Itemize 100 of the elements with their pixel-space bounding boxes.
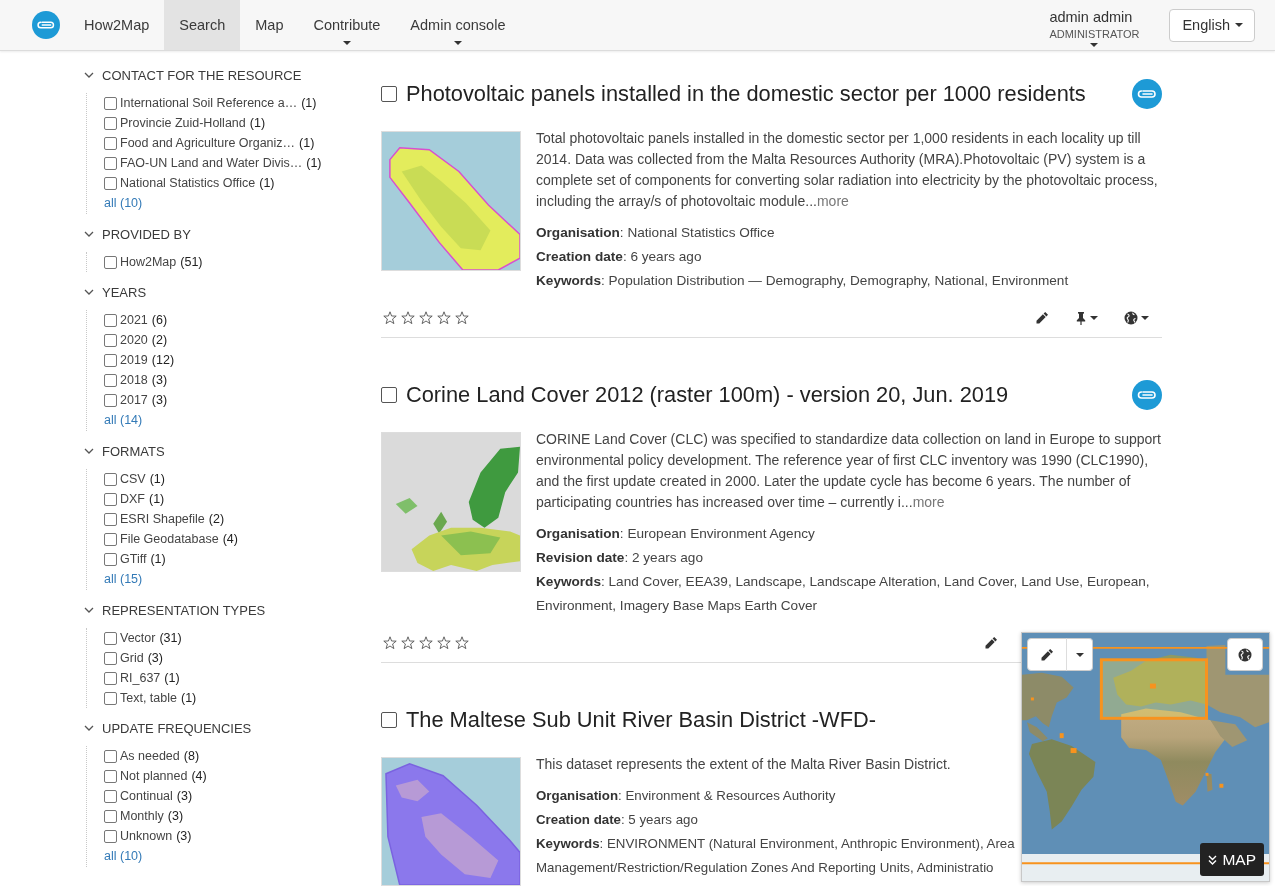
caret-icon[interactable]: [1090, 43, 1099, 47]
facet-label[interactable]: 2019: [120, 353, 148, 367]
chevron-down-icon[interactable]: [84, 723, 94, 733]
checkbox[interactable]: [104, 156, 117, 170]
chevron-down-icon[interactable]: [84, 229, 94, 239]
nav-tab[interactable]: Search: [164, 0, 241, 50]
checkbox[interactable]: [104, 532, 117, 546]
star-icon[interactable]: [383, 311, 397, 325]
checkbox[interactable]: [104, 255, 117, 269]
logo-icon[interactable]: [1132, 380, 1162, 410]
location-marker[interactable]: [1030, 697, 1034, 701]
logo-icon[interactable]: [32, 11, 60, 39]
show-all-link[interactable]: all (15): [104, 569, 143, 590]
map-thumbnail-drawing[interactable]: [381, 131, 521, 271]
facet-title[interactable]: UPDATE FREQUENCIES: [102, 720, 252, 736]
checkbox[interactable]: [104, 96, 117, 110]
checkbox[interactable]: [381, 86, 397, 102]
star-icon[interactable]: [437, 636, 451, 650]
chevron-down-icon[interactable]: [84, 605, 94, 615]
show-all-link[interactable]: all (14): [104, 410, 143, 431]
logo-icon[interactable]: [1132, 79, 1162, 109]
facet-label[interactable]: GTiff: [120, 552, 147, 566]
checkbox[interactable]: [104, 691, 117, 705]
checkbox[interactable]: [104, 671, 117, 685]
draw-button[interactable]: [1027, 638, 1067, 671]
location-marker[interactable]: [1219, 783, 1224, 788]
facet-label[interactable]: 2018: [120, 373, 148, 387]
facet-label[interactable]: Vector: [120, 631, 156, 645]
chevron-down-icon[interactable]: [84, 70, 94, 80]
language-dropdown[interactable]: English: [1169, 8, 1255, 42]
facet-label[interactable]: Food and Agriculture Organiz…: [120, 136, 296, 150]
facet-label[interactable]: Not planned: [120, 769, 188, 783]
checkbox[interactable]: [104, 789, 117, 803]
checkbox[interactable]: [104, 651, 117, 665]
star-rating[interactable]: [381, 636, 469, 650]
checkbox[interactable]: [104, 631, 117, 645]
checkbox[interactable]: [104, 552, 117, 566]
star-icon[interactable]: [455, 311, 469, 325]
checkbox[interactable]: [381, 387, 397, 403]
facet-label[interactable]: 2020: [120, 333, 148, 347]
star-icon[interactable]: [419, 311, 433, 325]
facet-label[interactable]: National Statistics Office: [120, 176, 256, 190]
location-marker[interactable]: [1059, 733, 1064, 739]
globe-button[interactable]: [1227, 638, 1263, 671]
more-link[interactable]: more: [816, 193, 849, 209]
star-icon[interactable]: [401, 311, 415, 325]
star-icon[interactable]: [455, 636, 469, 650]
nav-tab[interactable]: Admin console: [395, 0, 521, 50]
checkbox[interactable]: [104, 512, 117, 526]
facet-title[interactable]: FORMATS: [102, 443, 165, 459]
facet-label[interactable]: Monthly: [120, 809, 164, 823]
result-title[interactable]: Corine Land Cover 2012 (raster 100m) - version 20, Jun. 2019: [406, 379, 1009, 411]
facet-label[interactable]: ESRI Shapefile: [120, 512, 205, 526]
star-icon[interactable]: [419, 636, 433, 650]
chevron-down-icon[interactable]: [84, 287, 94, 297]
map-toggle-button[interactable]: MAP: [1200, 843, 1264, 876]
user-name[interactable]: admin admin: [1049, 8, 1133, 26]
checkbox[interactable]: [104, 353, 117, 367]
facet-title[interactable]: CONTACT FOR THE RESOURCE: [102, 67, 302, 83]
checkbox[interactable]: [104, 809, 117, 823]
nav-tab[interactable]: How2Map: [69, 0, 165, 50]
checkbox[interactable]: [104, 393, 117, 407]
facet-label[interactable]: Provincie Zuid-Holland: [120, 116, 246, 130]
facet-label[interactable]: CSV: [120, 472, 146, 486]
facet-label[interactable]: International Soil Reference a…: [120, 96, 298, 110]
facet-label[interactable]: DXF: [120, 492, 145, 506]
checkbox[interactable]: [104, 373, 117, 387]
nav-tab[interactable]: Map: [240, 0, 299, 50]
facet-label[interactable]: How2Map: [120, 255, 177, 269]
checkbox[interactable]: [104, 136, 117, 150]
location-marker[interactable]: [1070, 748, 1077, 754]
checkbox[interactable]: [104, 769, 117, 783]
nav-tab[interactable]: Contribute: [298, 0, 396, 50]
map-thumbnail-drawing[interactable]: [381, 432, 521, 572]
location-marker[interactable]: [1149, 683, 1156, 689]
map-thumbnail-drawing[interactable]: [381, 757, 521, 886]
checkbox[interactable]: [104, 472, 117, 486]
checkbox[interactable]: [104, 333, 117, 347]
facet-title[interactable]: YEARS: [102, 284, 147, 300]
checkbox[interactable]: [104, 116, 117, 130]
star-icon[interactable]: [437, 311, 451, 325]
facet-label[interactable]: 2017: [120, 393, 148, 407]
facet-label[interactable]: As needed: [120, 749, 180, 763]
facet-title[interactable]: PROVIDED BY: [102, 226, 191, 242]
result-title[interactable]: The Maltese Sub Unit River Basin District -WFD-: [406, 704, 876, 736]
facet-label[interactable]: RI_637: [120, 671, 161, 685]
checkbox[interactable]: [381, 712, 397, 728]
star-icon[interactable]: [383, 636, 397, 650]
checkbox[interactable]: [104, 176, 117, 190]
checkbox[interactable]: [104, 313, 117, 327]
facet-label[interactable]: Grid: [120, 651, 144, 665]
facet-label[interactable]: 2021: [120, 313, 148, 327]
facet-label[interactable]: Unknown: [120, 829, 173, 843]
facet-label[interactable]: Continual: [120, 789, 173, 803]
result-title[interactable]: Photovoltaic panels installed in the domestic sector per 1000 residents: [406, 78, 1086, 110]
show-all-link[interactable]: all (10): [104, 846, 143, 867]
location-marker[interactable]: [1205, 772, 1209, 776]
chevron-down-icon[interactable]: [84, 446, 94, 456]
facet-label[interactable]: FAO-UN Land and Water Divis…: [120, 156, 303, 170]
checkbox[interactable]: [104, 749, 117, 763]
